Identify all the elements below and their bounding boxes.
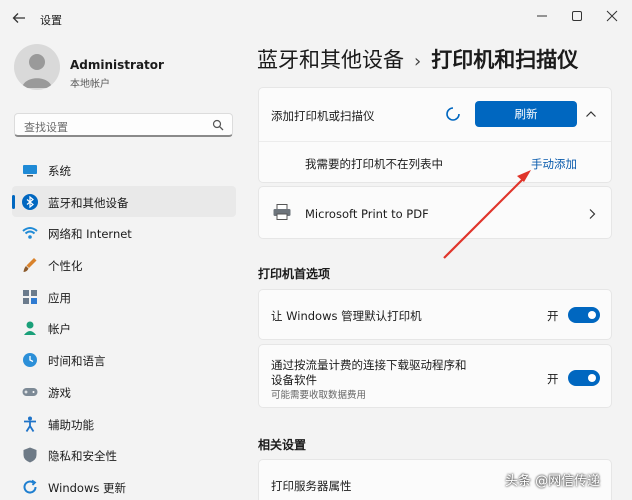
account-type: 本地帐户 bbox=[70, 79, 110, 90]
toggle-state-label: 开 bbox=[547, 372, 559, 386]
bluetooth-icon bbox=[22, 193, 38, 210]
globe-clock-icon bbox=[23, 353, 37, 368]
sidebar-item-personalization[interactable]: 个性化 bbox=[12, 249, 236, 281]
person-icon bbox=[24, 321, 36, 336]
toggle-state-label: 开 bbox=[547, 309, 559, 323]
sidebar-item-bluetooth-devices[interactable]: 蓝牙和其他设备 bbox=[12, 185, 236, 218]
chevron-right-icon bbox=[589, 209, 596, 219]
person-avatar-icon bbox=[22, 54, 52, 88]
maximize-icon[interactable] bbox=[565, 6, 589, 26]
breadcrumb-separator: › bbox=[414, 51, 422, 72]
sidebar-item-accounts[interactable]: 帐户 bbox=[12, 312, 236, 344]
refresh-button[interactable]: 刷新 bbox=[475, 101, 577, 127]
sidebar-item-label: 应用 bbox=[48, 290, 71, 305]
avatar bbox=[14, 44, 60, 90]
sidebar-nav: 系统 蓝牙和其他设备 网络和 Internet 个性化 应用 帐户 时间和语言 … bbox=[12, 154, 236, 500]
sidebar-item-label: 游戏 bbox=[48, 385, 71, 400]
preference-label: 让 Windows 管理默认打印机 bbox=[271, 309, 422, 323]
metered-download-toggle[interactable] bbox=[568, 370, 600, 386]
page-title: 打印机和扫描仪 bbox=[431, 48, 579, 72]
sidebar-item-label: 帐户 bbox=[48, 322, 71, 337]
add-printer-card: 添加打印机或扫描仪 刷新 我需要的打印机不在列表中 手动添加 bbox=[258, 87, 612, 183]
sidebar-item-label: Windows 更新 bbox=[48, 480, 126, 495]
default-printer-toggle[interactable] bbox=[568, 307, 600, 323]
preference-label: 通过按流量计费的连接下载驱动程序和设备软件 bbox=[271, 358, 467, 387]
sidebar-item-windows-update[interactable]: Windows 更新 bbox=[12, 471, 236, 500]
sidebar-item-network[interactable]: 网络和 Internet bbox=[12, 217, 236, 249]
breadcrumb-parent[interactable]: 蓝牙和其他设备 bbox=[257, 48, 404, 72]
search-placeholder: 查找设置 bbox=[24, 121, 68, 134]
brush-icon bbox=[23, 258, 37, 273]
sidebar-item-gaming[interactable]: 游戏 bbox=[12, 376, 236, 408]
update-icon bbox=[23, 479, 37, 494]
manual-add-link[interactable]: 手动添加 bbox=[531, 156, 577, 172]
back-arrow-icon[interactable] bbox=[10, 9, 28, 27]
section-title-related: 相关设置 bbox=[258, 438, 307, 452]
sidebar-item-privacy[interactable]: 隐私和安全性 bbox=[12, 439, 236, 471]
minimize-icon[interactable] bbox=[530, 6, 554, 26]
preference-row-metered-download: 通过按流量计费的连接下载驱动程序和设备软件 可能需要收取数据费用 开 bbox=[258, 344, 612, 408]
watermark: 头条 @网信传递 bbox=[505, 474, 601, 489]
sidebar-item-label: 系统 bbox=[48, 164, 71, 178]
chevron-up-icon[interactable] bbox=[585, 109, 597, 119]
sidebar-item-label: 网络和 Internet bbox=[48, 227, 132, 242]
sidebar-item-label: 时间和语言 bbox=[48, 354, 106, 369]
search-input[interactable]: 查找设置 bbox=[14, 113, 233, 137]
printer-name: Microsoft Print to PDF bbox=[305, 207, 429, 221]
sidebar-item-time-language[interactable]: 时间和语言 bbox=[12, 344, 236, 376]
sidebar-item-label: 隐私和安全性 bbox=[48, 449, 117, 464]
breadcrumb: 蓝牙和其他设备 › 打印机和扫描仪 bbox=[257, 44, 578, 74]
monitor-icon bbox=[23, 165, 37, 177]
preference-row-default-printer: 让 Windows 管理默认打印机 开 bbox=[258, 289, 612, 340]
related-item-label: 打印服务器属性 bbox=[271, 479, 352, 493]
preference-sublabel: 可能需要收取数据费用 bbox=[271, 390, 367, 401]
sidebar-item-accessibility[interactable]: 辅助功能 bbox=[12, 408, 236, 440]
gamepad-icon bbox=[22, 387, 38, 396]
search-icon bbox=[212, 119, 224, 131]
sidebar-item-system[interactable]: 系统 bbox=[12, 154, 236, 186]
divider bbox=[259, 141, 611, 142]
sidebar-item-label: 辅助功能 bbox=[48, 417, 94, 432]
section-title-preferences: 打印机首选项 bbox=[258, 267, 331, 281]
add-printer-label: 添加打印机或扫描仪 bbox=[271, 109, 375, 123]
shield-icon bbox=[23, 447, 37, 463]
title-bar: 设置 bbox=[0, 0, 632, 36]
apps-icon bbox=[23, 289, 37, 304]
user-name: Administrator bbox=[70, 58, 164, 72]
close-icon[interactable] bbox=[600, 6, 624, 26]
sidebar-item-label: 个性化 bbox=[48, 259, 83, 274]
printer-not-listed-label: 我需要的打印机不在列表中 bbox=[305, 157, 443, 171]
sidebar-item-apps[interactable]: 应用 bbox=[12, 281, 236, 313]
sidebar-item-label: 蓝牙和其他设备 bbox=[48, 195, 129, 210]
wifi-icon bbox=[22, 227, 38, 240]
window-title: 设置 bbox=[40, 14, 62, 27]
printer-list-item[interactable]: Microsoft Print to PDF bbox=[258, 186, 612, 239]
accessibility-icon bbox=[24, 416, 36, 432]
loading-spinner-icon bbox=[446, 107, 460, 121]
printer-icon bbox=[273, 204, 291, 220]
